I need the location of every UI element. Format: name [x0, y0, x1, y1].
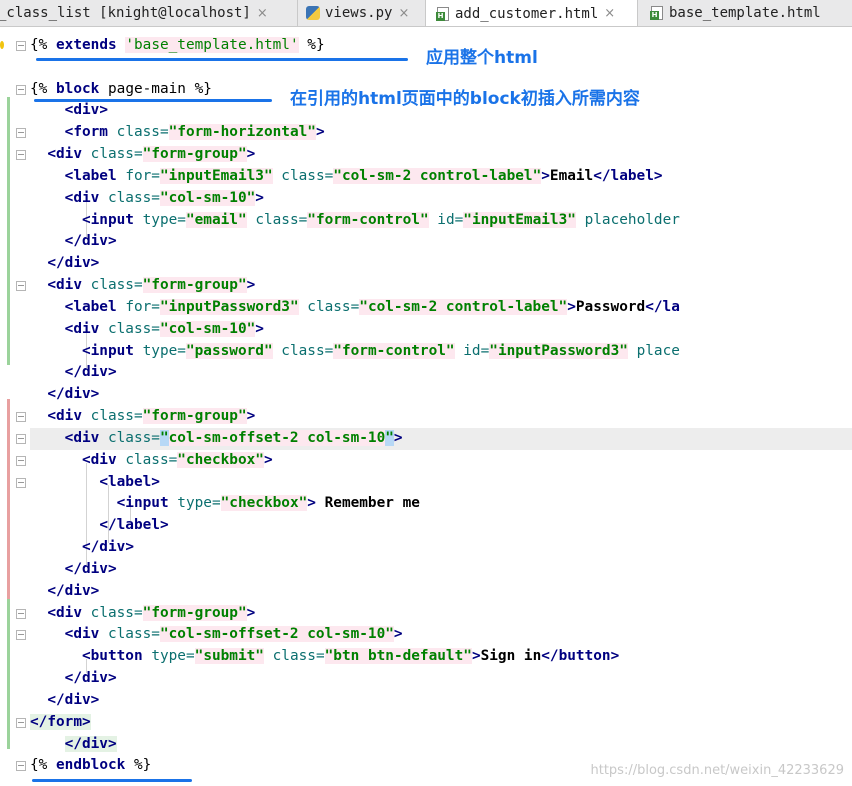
code-line[interactable]: <label> — [30, 472, 852, 494]
code-line[interactable]: <div class="col-sm-10"> — [30, 319, 852, 341]
close-icon[interactable]: × — [604, 6, 615, 21]
fold-toggle-icon[interactable] — [16, 630, 26, 640]
fold-toggle-icon[interactable] — [16, 609, 26, 619]
code-line[interactable]: </div> — [30, 559, 852, 581]
code-line[interactable]: <div class="form-group"> — [30, 275, 852, 297]
code-area[interactable]: {% extends 'base_template.html' %} {% blo… — [30, 27, 852, 786]
code-line[interactable]: <div class="col-sm-offset-2 col-sm-10"> — [30, 428, 852, 450]
code-line[interactable]: <input type="checkbox"> Remember me — [30, 493, 852, 515]
fold-toggle-icon[interactable] — [16, 150, 26, 160]
fold-toggle-icon[interactable] — [16, 434, 26, 444]
fold-toggle-icon[interactable] — [16, 412, 26, 422]
code-line[interactable]: <label for="inputPassword3" class="col-s… — [30, 297, 852, 319]
fold-toggle-icon[interactable] — [16, 128, 26, 138]
html-file-icon — [436, 6, 450, 21]
tab-add-customer-html[interactable]: add_customer.html × — [426, 0, 638, 26]
code-line[interactable]: </form> — [30, 712, 852, 734]
code-line[interactable]: <div class="form-group"> — [30, 603, 852, 625]
code-line[interactable]: <div class="checkbox"> — [30, 450, 852, 472]
code-line[interactable]: </div> — [30, 253, 852, 275]
code-line[interactable]: </div> — [30, 231, 852, 253]
change-marker — [0, 41, 4, 49]
close-icon[interactable]: × — [257, 6, 268, 21]
code-line[interactable]: <input type="password" class="form-contr… — [30, 341, 852, 363]
fold-toggle-icon[interactable] — [16, 85, 26, 95]
vcs-change-bar — [7, 97, 10, 365]
tab-label: add_customer.html — [455, 5, 599, 22]
tab-label: base_template.html — [669, 5, 821, 21]
annotation-block: 在引用的html页面中的block初插入所需内容 — [290, 89, 640, 109]
code-line[interactable]: <div class="col-sm-10"> — [30, 188, 852, 210]
fold-toggle-icon[interactable] — [16, 478, 26, 488]
annotation-underline — [36, 58, 408, 61]
code-line[interactable]: </div> — [30, 581, 852, 603]
annotation-underline — [34, 99, 272, 102]
tab-class-list[interactable]: _class_list [knight@localhost] × — [0, 0, 298, 26]
fold-toggle-icon[interactable] — [16, 456, 26, 466]
vcs-change-bar — [7, 599, 10, 749]
annotation-extends: 应用整个html — [426, 48, 538, 68]
annotation-underline — [32, 779, 192, 782]
tab-label: views.py — [325, 5, 393, 21]
code-line[interactable]: </div> — [30, 668, 852, 690]
tab-label: _class_list [knight@localhost] — [0, 5, 251, 21]
code-line[interactable]: <form class="form-horizontal"> — [30, 122, 852, 144]
code-line[interactable]: <div class="form-group"> — [30, 144, 852, 166]
code-line[interactable]: <div class="col-sm-offset-2 col-sm-10"> — [30, 624, 852, 646]
code-line[interactable]: <div class="form-group"> — [30, 406, 852, 428]
code-line[interactable]: </div> — [30, 362, 852, 384]
html-file-icon — [650, 6, 664, 20]
fold-toggle-icon[interactable] — [16, 281, 26, 291]
editor-gutter — [0, 27, 30, 786]
code-line[interactable]: </div> — [30, 537, 852, 559]
code-line[interactable]: <input type="email" class="form-control"… — [30, 210, 852, 232]
code-line[interactable]: <button type="submit" class="btn btn-def… — [30, 646, 852, 668]
close-icon[interactable]: × — [398, 6, 409, 21]
code-line[interactable]: </div> — [30, 734, 852, 756]
fold-toggle-icon[interactable] — [16, 41, 26, 51]
fold-toggle-icon[interactable] — [16, 761, 26, 771]
code-line[interactable]: </div> — [30, 384, 852, 406]
code-editor[interactable]: {% extends 'base_template.html' %} {% blo… — [0, 27, 852, 786]
watermark: https://blog.csdn.net/weixin_42233629 — [590, 763, 844, 778]
fold-toggle-icon[interactable] — [16, 718, 26, 728]
code-line[interactable]: <label for="inputEmail3" class="col-sm-2… — [30, 166, 852, 188]
python-file-icon — [306, 6, 320, 20]
tab-views-py[interactable]: views.py × — [298, 0, 426, 26]
editor-tab-bar: _class_list [knight@localhost] × views.p… — [0, 0, 852, 27]
vcs-change-bar — [7, 399, 10, 599]
tab-base-template-html[interactable]: base_template.html — [638, 0, 852, 26]
code-line[interactable]: </label> — [30, 515, 852, 537]
code-line[interactable]: </div> — [30, 690, 852, 712]
